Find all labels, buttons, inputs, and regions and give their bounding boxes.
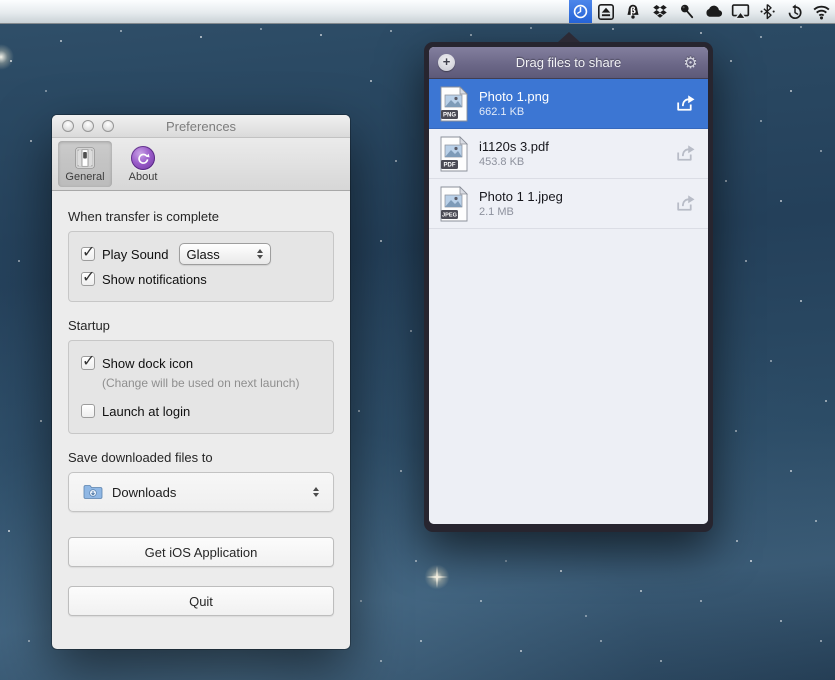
add-file-button[interactable]: + — [438, 54, 455, 71]
wifi-icon — [812, 2, 831, 21]
quit-button[interactable]: Quit — [68, 586, 334, 616]
svg-text:PNG: PNG — [443, 112, 456, 118]
tab-about-label: About — [129, 171, 158, 183]
file-name: Photo 1.png — [479, 89, 665, 104]
zoom-button[interactable] — [102, 120, 114, 132]
bluetooth-menubar-icon[interactable] — [754, 0, 781, 23]
launch-at-login-label: Launch at login — [102, 404, 190, 419]
cloud-icon — [704, 2, 723, 21]
pdf-file-icon: PDF — [438, 136, 470, 172]
tab-general[interactable]: General — [58, 141, 112, 187]
bluetooth-icon — [759, 3, 776, 20]
startup-groupbox: ✓ Show dock icon (Change will be used on… — [68, 340, 334, 434]
save-section-label: Save downloaded files to — [68, 450, 334, 465]
window-controls — [62, 120, 114, 132]
get-ios-application-button[interactable]: Get iOS Application — [68, 537, 334, 567]
close-button[interactable] — [62, 120, 74, 132]
downloads-folder-icon — [83, 484, 103, 500]
menu-bar: β — [0, 0, 835, 24]
share-button[interactable] — [674, 144, 697, 163]
window-title: Preferences — [166, 119, 236, 134]
file-size: 453.8 KB — [479, 156, 665, 168]
select-arrows-icon — [257, 249, 263, 259]
share-button[interactable] — [674, 94, 697, 113]
sound-select[interactable]: Glass — [179, 243, 271, 265]
dock-icon-note: (Change will be used on next launch) — [102, 376, 321, 390]
dropbox-menubar-icon[interactable] — [646, 0, 673, 23]
popover-header: + Drag files to share ⚙ — [429, 47, 708, 79]
show-dock-icon-label: Show dock icon — [102, 356, 193, 371]
file-name: i1120s 3.pdf — [479, 139, 665, 154]
minimize-button[interactable] — [82, 120, 94, 132]
bright-star — [424, 564, 450, 590]
pushpin-menubar-icon[interactable] — [673, 0, 700, 23]
eject-panel-menubar-icon[interactable] — [592, 0, 619, 23]
show-notifications-label: Show notifications — [102, 272, 207, 287]
wifi-menubar-icon[interactable] — [808, 0, 835, 23]
show-notifications-checkbox[interactable]: ✓ — [81, 272, 95, 286]
transfer-groupbox: ✓ Play Sound Glass ✓ Show notifications — [68, 231, 334, 302]
settings-gear-icon[interactable]: ⚙ — [682, 53, 699, 73]
launch-at-login-checkbox[interactable] — [81, 404, 95, 418]
file-row[interactable]: PNG Photo 1.png 662.1 KB — [429, 79, 708, 129]
file-meta: Photo 1.png 662.1 KB — [479, 89, 665, 118]
pin-icon — [678, 3, 695, 20]
show-dock-icon-checkbox[interactable]: ✓ — [81, 356, 95, 370]
startup-section-label: Startup — [68, 318, 334, 333]
file-size: 2.1 MB — [479, 206, 665, 218]
time-machine-icon — [786, 3, 804, 21]
clock-dial-icon — [572, 3, 589, 20]
check-mark: ✓ — [82, 267, 95, 287]
jpeg-file-icon: JPEG — [438, 186, 470, 222]
popover-title: Drag files to share — [455, 55, 682, 70]
file-meta: Photo 1 1.jpeg 2.1 MB — [479, 189, 665, 218]
check-mark: ✓ — [82, 351, 95, 371]
download-folder-value: Downloads — [112, 485, 176, 500]
bell-icon: β — [624, 3, 642, 21]
play-sound-label: Play Sound — [102, 247, 169, 262]
check-mark: ✓ — [82, 242, 95, 262]
drop-zone[interactable] — [429, 229, 708, 524]
beta-bell-menubar-icon[interactable]: β — [619, 0, 646, 23]
airplay-menubar-icon[interactable] — [727, 0, 754, 23]
png-file-icon: PNG — [438, 86, 470, 122]
preferences-content: When transfer is complete ✓ Play Sound G… — [52, 191, 350, 616]
select-arrows-icon — [313, 487, 319, 497]
airplay-display-icon — [731, 2, 750, 21]
file-name: Photo 1 1.jpeg — [479, 189, 665, 204]
preferences-toolbar: General About — [52, 138, 350, 191]
about-icon — [130, 145, 156, 171]
popover-arrow — [558, 32, 580, 42]
svg-text:PDF: PDF — [444, 162, 456, 168]
file-row[interactable]: PDF i1120s 3.pdf 453.8 KB — [429, 129, 708, 179]
svg-text:β: β — [629, 5, 635, 15]
download-folder-select[interactable]: Downloads — [68, 472, 334, 512]
share-button[interactable] — [674, 194, 697, 213]
time-machine-menubar-icon[interactable] — [781, 0, 808, 23]
eject-icon — [597, 3, 615, 21]
transfer-section-label: When transfer is complete — [68, 209, 334, 224]
file-row[interactable]: JPEG Photo 1 1.jpeg 2.1 MB — [429, 179, 708, 229]
share-popover: + Drag files to share ⚙ PNG Photo 1.png … — [424, 42, 713, 532]
sound-select-value: Glass — [187, 247, 220, 262]
cloud-menubar-icon[interactable] — [700, 0, 727, 23]
svg-text:JPEG: JPEG — [442, 212, 457, 218]
preferences-window: Preferences General — [52, 115, 350, 649]
dropbox-icon — [651, 3, 669, 21]
file-size: 662.1 KB — [479, 106, 665, 118]
file-meta: i1120s 3.pdf 453.8 KB — [479, 139, 665, 168]
tab-general-label: General — [65, 171, 104, 183]
tab-about[interactable]: About — [116, 141, 170, 187]
app-clock-menubar-icon[interactable] — [569, 0, 592, 23]
preferences-titlebar[interactable]: Preferences — [52, 115, 350, 138]
play-sound-checkbox[interactable]: ✓ — [81, 247, 95, 261]
edge-star — [0, 44, 14, 70]
switch-icon — [72, 145, 98, 171]
